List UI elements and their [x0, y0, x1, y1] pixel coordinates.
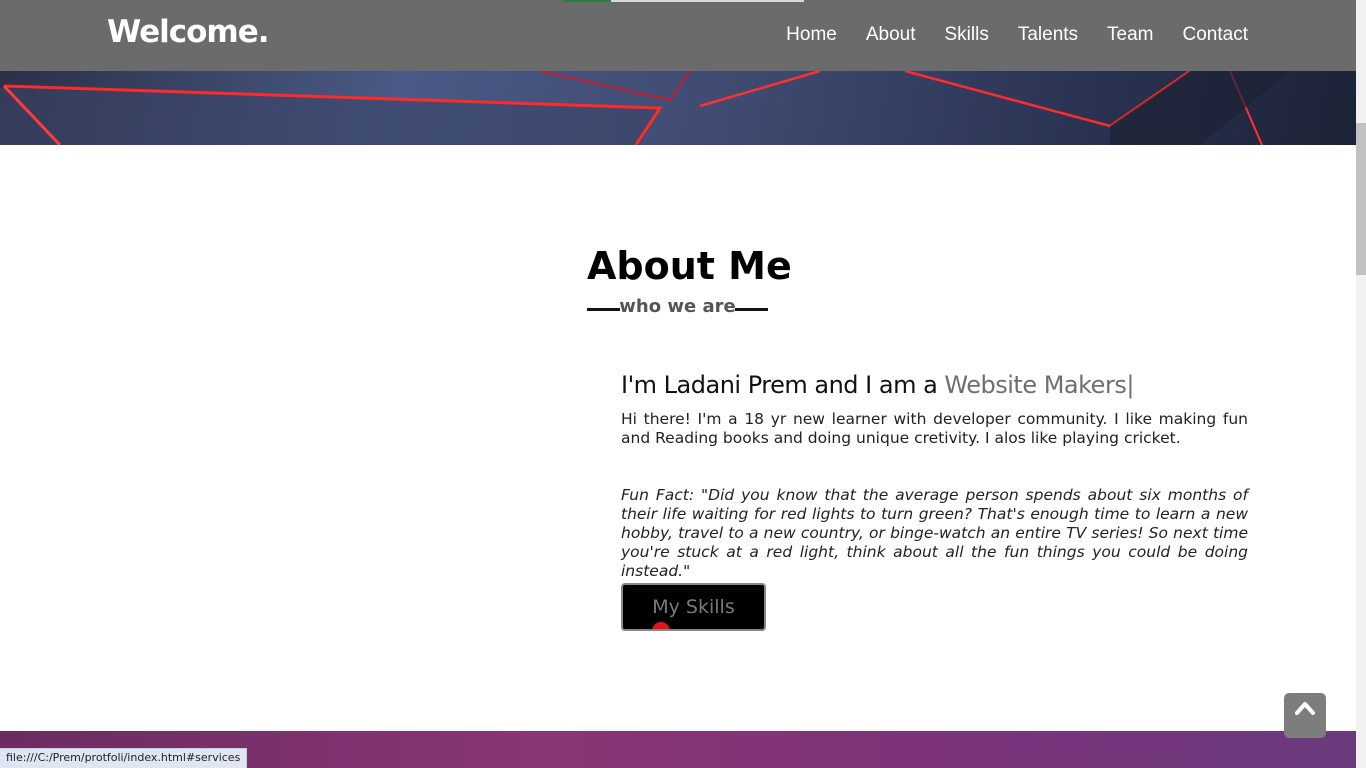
- subtitle-text: who we are: [619, 296, 736, 317]
- status-bar-url: file:///C:/Prem/protfoli/index.html#serv…: [0, 748, 248, 768]
- section-title: About Me: [587, 244, 792, 288]
- scroll-progress-track: [611, 0, 804, 2]
- typed-role-text: Website Makers: [944, 371, 1127, 399]
- button-hover-dot: [652, 622, 670, 629]
- section-subtitle: who we are: [587, 296, 768, 320]
- nav-link-talents[interactable]: Talents: [1018, 24, 1078, 46]
- page-scrollbar-track[interactable]: [1356, 0, 1366, 768]
- nav-link-skills[interactable]: Skills: [945, 24, 989, 46]
- fun-fact-paragraph: Fun Fact: "Did you know that the average…: [621, 486, 1248, 580]
- chevron-up-icon: [1295, 702, 1315, 715]
- intro-heading: I'm Ladani Prem and I am a Website Maker…: [621, 371, 1134, 399]
- page-scrollbar-thumb[interactable]: [1356, 123, 1366, 275]
- navbar: Welcome. Home About Skills Talents Team …: [0, 0, 1356, 71]
- subtitle-divider-right: [735, 308, 768, 311]
- nav-link-team[interactable]: Team: [1107, 24, 1153, 46]
- nav-link-contact[interactable]: Contact: [1183, 24, 1248, 46]
- intro-prefix: I'm Ladani Prem and I am a: [621, 371, 945, 399]
- brand-logo[interactable]: Welcome.: [107, 14, 270, 50]
- scroll-progress-filled: [563, 0, 611, 2]
- back-to-top-button[interactable]: [1284, 693, 1326, 738]
- my-skills-button-label: My Skills: [652, 596, 735, 618]
- nav-link-home[interactable]: Home: [786, 24, 837, 46]
- nav-link-about[interactable]: About: [866, 24, 916, 46]
- nav-links: Home About Skills Talents Team Contact: [786, 24, 1248, 46]
- typing-cursor: |: [1126, 371, 1134, 399]
- my-skills-button[interactable]: My Skills: [621, 583, 766, 631]
- bio-paragraph: Hi there! I'm a 18 yr new learner with d…: [621, 410, 1248, 447]
